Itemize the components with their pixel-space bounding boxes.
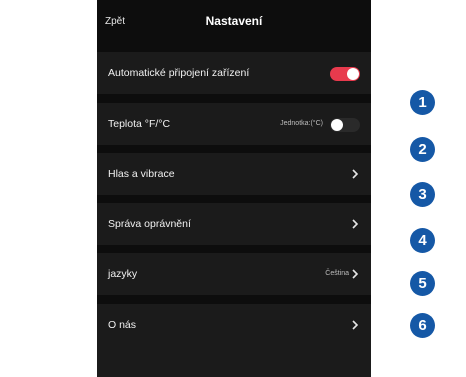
- callout-badge-4: 4: [410, 228, 435, 253]
- temperature-label: Teplota °F/°C: [108, 118, 171, 130]
- languages-label: jazyky: [108, 268, 138, 280]
- setting-sound-vibration[interactable]: Hlas a vibrace: [97, 153, 371, 195]
- auto-connect-toggle[interactable]: [330, 67, 360, 81]
- page-title: Nastavení: [205, 14, 263, 28]
- callout-badge-5: 5: [410, 271, 435, 296]
- about-label: O nás: [108, 319, 137, 331]
- setting-languages[interactable]: jazyky Čeština: [97, 253, 371, 295]
- permissions-label: Správa oprávnění: [108, 218, 191, 230]
- footer-area: [97, 344, 371, 377]
- phone-screen: Zpět Nastavení Automatické připojení zař…: [97, 0, 371, 377]
- chevron-right-icon: [350, 319, 360, 331]
- callout-badge-6: 6: [410, 313, 435, 338]
- setting-about[interactable]: O nás: [97, 304, 371, 346]
- setting-auto-connect: Automatické připojení zařízení: [97, 52, 371, 94]
- callout-badge-3: 3: [410, 182, 435, 207]
- auto-connect-label: Automatické připojení zařízení: [108, 67, 250, 79]
- temperature-toggle[interactable]: [330, 118, 360, 132]
- toggle-knob: [331, 119, 343, 131]
- chevron-right-icon: [350, 168, 360, 180]
- setting-temperature: Teplota °F/°C Jednotka:(°C): [97, 103, 371, 145]
- callout-badge-1: 1: [410, 90, 435, 115]
- temperature-unit-value: Jednotka:(°C): [280, 120, 323, 127]
- callout-badge-2: 2: [410, 137, 435, 162]
- language-value: Čeština: [325, 270, 349, 277]
- header: Zpět Nastavení: [97, 0, 371, 42]
- toggle-knob: [347, 68, 359, 80]
- chevron-right-icon: [350, 268, 360, 280]
- sound-vibration-label: Hlas a vibrace: [108, 168, 175, 180]
- chevron-right-icon: [350, 218, 360, 230]
- setting-permissions[interactable]: Správa oprávnění: [97, 203, 371, 245]
